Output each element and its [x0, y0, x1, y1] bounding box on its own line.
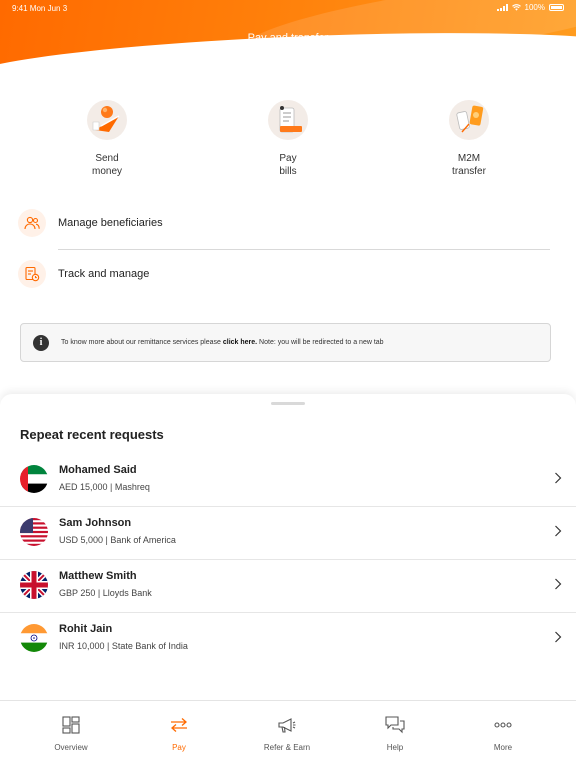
pay-bills-icon	[268, 100, 308, 140]
uk-flag-icon	[20, 571, 48, 599]
chevron-right-icon	[555, 631, 562, 643]
bottom-navigation: Overview Pay Refer & Earn Help More	[0, 700, 576, 768]
status-bar: 9:41 Mon Jun 3 100%	[0, 0, 576, 18]
tab-pay-label: Pay	[172, 743, 186, 752]
m2m-transfer-label: M2M transfer	[452, 153, 486, 177]
info-text-before: To know more about our remittance servic…	[61, 339, 223, 346]
recipient-name: Matthew Smith	[59, 570, 137, 582]
recent-request-row[interactable]: Matthew Smith GBP 250 | Lloyds Bank	[0, 560, 576, 612]
tab-overview[interactable]: Overview	[31, 715, 111, 752]
sheet-drag-handle[interactable]	[271, 402, 305, 405]
chevron-right-icon	[555, 472, 562, 484]
tab-overview-label: Overview	[54, 743, 88, 752]
tab-more[interactable]: More	[463, 715, 543, 752]
megaphone-icon	[247, 715, 327, 735]
battery-icon	[549, 4, 564, 11]
signal-icon	[496, 4, 508, 11]
recipient-name: Mohamed Said	[59, 464, 137, 476]
recent-request-row[interactable]: Sam Johnson USD 5,000 | Bank of America	[0, 507, 576, 559]
manage-beneficiaries-label: Manage beneficiaries	[58, 217, 163, 229]
more-dots-icon	[463, 715, 543, 735]
wifi-icon	[511, 4, 521, 11]
tab-pay[interactable]: Pay	[139, 715, 219, 752]
status-indicators: 100%	[496, 3, 564, 12]
send-money-button[interactable]: Send money	[57, 100, 157, 178]
tab-help-label: Help	[386, 743, 404, 752]
header: 9:41 Mon Jun 3 100% Pay and transfer	[0, 0, 576, 66]
m2m-transfer-button[interactable]: M2M transfer	[419, 100, 519, 178]
tab-refer-earn-label: Refer & Earn	[263, 743, 311, 752]
recipient-name: Sam Johnson	[59, 517, 132, 529]
m2m-transfer-icon	[449, 100, 489, 140]
chevron-right-icon	[555, 578, 562, 590]
page-title: Pay and transfer	[247, 32, 329, 44]
send-money-label: Send money	[91, 153, 122, 177]
recipient-detail: GBP 250 | Lloyds Bank	[59, 588, 152, 598]
recipient-name: Rohit Jain	[59, 623, 113, 635]
track-manage-icon	[18, 260, 46, 288]
quick-actions: Send money Pay bills M2M transfer	[0, 100, 576, 190]
track-and-manage-label: Track and manage	[58, 268, 150, 280]
recent-request-row[interactable]: Rohit Jain INR 10,000 | State Bank of In…	[0, 613, 576, 665]
options-divider	[58, 249, 550, 250]
manage-beneficiaries-item[interactable]: Manage beneficiaries	[18, 203, 550, 243]
usa-flag-icon	[20, 518, 48, 546]
pay-bills-button[interactable]: Pay bills	[238, 100, 338, 178]
click-here-link[interactable]: click here.	[223, 339, 257, 346]
india-flag-icon	[20, 624, 48, 652]
recipient-detail: INR 10,000 | State Bank of India	[59, 641, 188, 651]
battery-percent: 100%	[524, 3, 545, 12]
beneficiaries-icon	[18, 209, 46, 237]
send-money-icon	[87, 100, 127, 140]
remittance-info-text: To know more about our remittance servic…	[61, 339, 384, 346]
pay-transfer-icon	[139, 715, 219, 735]
chat-help-icon	[355, 715, 435, 735]
uae-flag-icon	[20, 465, 48, 493]
recent-request-row[interactable]: Mohamed Said AED 15,000 | Mashreq	[0, 454, 576, 506]
tab-more-label: More	[493, 743, 513, 752]
recent-requests-title: Repeat recent requests	[20, 427, 164, 442]
remittance-info-banner: i To know more about our remittance serv…	[20, 323, 551, 362]
tab-refer-earn[interactable]: Refer & Earn	[247, 715, 327, 752]
recipient-detail: USD 5,000 | Bank of America	[59, 535, 176, 545]
overview-icon	[31, 715, 111, 735]
track-and-manage-item[interactable]: Track and manage	[18, 254, 550, 294]
recent-requests-sheet: Repeat recent requests Mohamed Said AED …	[0, 394, 576, 700]
tab-help[interactable]: Help	[355, 715, 435, 752]
recipient-detail: AED 15,000 | Mashreq	[59, 482, 150, 492]
info-icon: i	[33, 334, 49, 351]
status-time: 9:41 Mon Jun 3	[12, 4, 68, 13]
chevron-right-icon	[555, 525, 562, 537]
pay-bills-label: Pay bills	[279, 153, 297, 177]
info-text-after: Note: you will be redirected to a new ta…	[257, 339, 384, 346]
